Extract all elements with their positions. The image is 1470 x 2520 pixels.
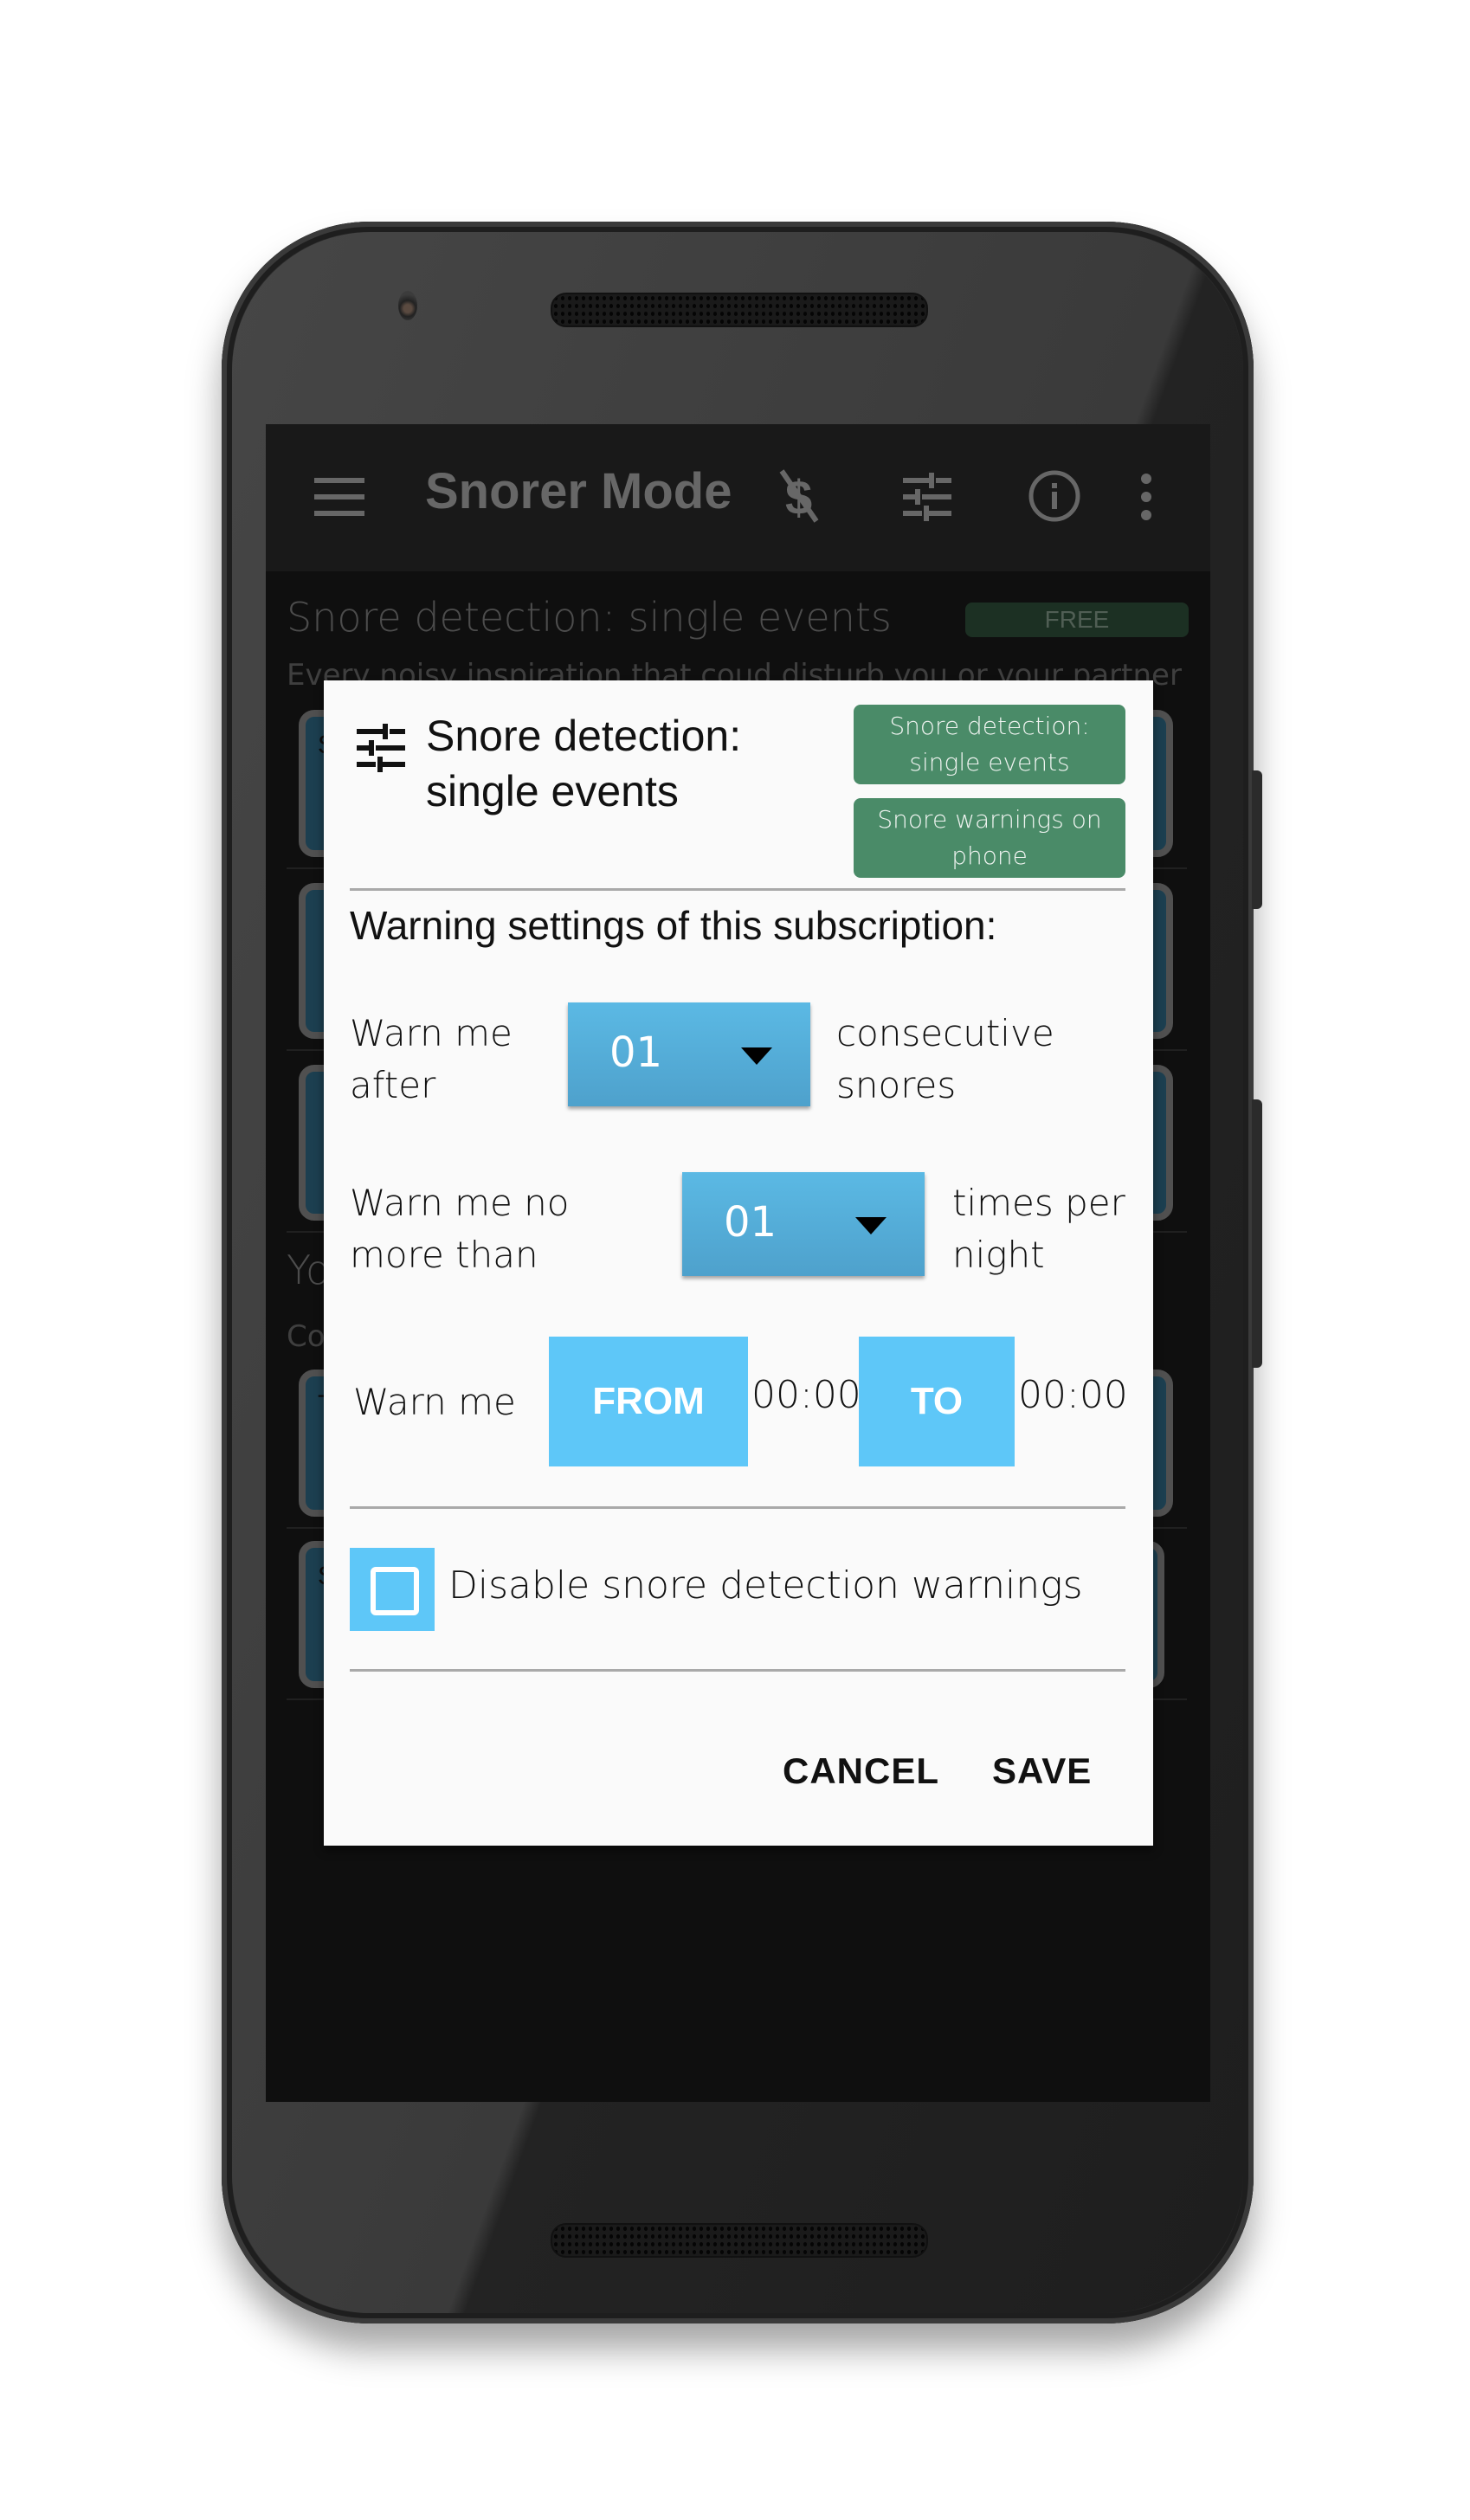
power-button [1252,770,1262,909]
sliders-icon [357,724,405,772]
settings-dialog: Snore detection: single events Snore det… [324,680,1153,1846]
dialog-title: Snore detection: single events [426,712,742,815]
divider [350,888,1125,891]
divider [350,1669,1125,1672]
checkbox-box [371,1567,419,1615]
row1-prefix: Warn me after [350,1012,513,1106]
disable-warnings-checkbox[interactable] [350,1548,435,1631]
bottom-speaker [551,2223,928,2258]
cancel-button[interactable]: CANCEL [783,1750,939,1792]
to-time-value: 00:00 [1018,1373,1128,1417]
row3-prefix: Warn me [353,1381,516,1423]
dropdown-arrow-icon [741,1047,772,1065]
from-time-button[interactable]: FROM [549,1337,748,1466]
times-per-night-dropdown[interactable]: 01 [682,1172,925,1276]
section-heading: Warning settings of this subscription: [350,903,997,948]
consecutive-snores-dropdown[interactable]: 01 [568,1002,810,1106]
from-time-value: 00:00 [751,1373,861,1417]
tag-snore-warnings: Snore warnings on phone [854,798,1125,878]
dropdown-arrow-icon [855,1217,887,1234]
row2-suffix: times per night [952,1182,1125,1276]
row1-suffix: consecutive snores [836,1012,1054,1106]
top-speaker [551,293,928,327]
divider [350,1506,1125,1509]
disable-warnings-label[interactable]: Disable snore detection warnings [448,1563,1083,1608]
row2-prefix: Warn me no more than [350,1182,570,1276]
volume-button [1252,1099,1262,1368]
to-time-button[interactable]: TO [859,1337,1015,1466]
tag-snore-detection: Snore detection: single events [854,705,1125,784]
front-camera [398,291,417,320]
dropdown-value: 01 [609,1028,663,1077]
dropdown-value: 01 [724,1198,777,1247]
save-button[interactable]: SAVE [992,1750,1092,1792]
